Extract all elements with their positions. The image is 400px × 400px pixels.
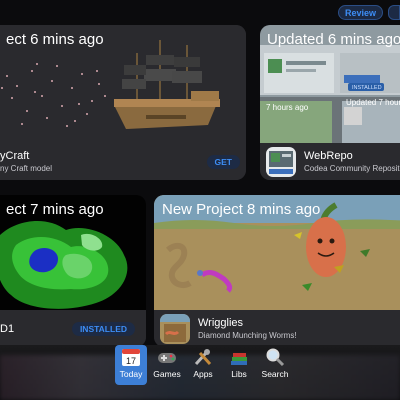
card-wrigglies[interactable]: New Project 8 mins ago Wrigglies Diamond…	[154, 195, 400, 347]
gamepad-icon	[158, 353, 176, 363]
card-thumbnail: New Project 8 mins ago	[154, 195, 400, 310]
blob-preview: ect 7 mins ago	[0, 195, 146, 310]
wrigglies-preview: New Project 8 mins ago	[154, 195, 400, 310]
card-webrepo[interactable]: 7 hours ago Updated 7 hours INSTALLED Up…	[260, 25, 400, 180]
get-button[interactable]: GET	[206, 155, 240, 169]
card-thumbnail-title: ect 7 mins ago	[6, 201, 104, 218]
voxel-ship-preview: ect 6 mins ago	[0, 25, 246, 143]
card-thumbnail-title: New Project 8 mins ago	[162, 201, 320, 218]
card-thumbnail: 7 hours ago Updated 7 hours INSTALLED Up…	[260, 25, 400, 143]
card-thumbnail: ect 6 mins ago	[0, 25, 246, 143]
card-thumbnail: ect 7 mins ago	[0, 195, 146, 310]
webrepo-app-icon	[266, 146, 296, 177]
more-button[interactable]	[388, 5, 400, 20]
review-button[interactable]: Review	[337, 5, 383, 20]
books-icon	[231, 353, 247, 365]
card-voxel-craft[interactable]: ect 6 mins ago yCraft ny Craft model GET	[0, 25, 246, 180]
card-info: WebRepo Codea Community Repositor	[260, 143, 400, 180]
app-name: WebRepo	[304, 150, 353, 162]
app-subtitle: ny Craft model	[0, 164, 53, 173]
tab-games[interactable]: Games	[151, 345, 183, 385]
installed-button[interactable]: INSTALLED	[71, 322, 135, 336]
tab-label: Today	[119, 369, 143, 379]
card-thumbnail-title: Updated 6 mins ago	[267, 31, 400, 48]
store-screen: Review ect 6 mins ago yCraft ny Craft mo…	[0, 0, 400, 400]
tools-icon	[194, 349, 212, 366]
tab-bar: 17 Today Games Apps Libs Search	[0, 345, 400, 400]
card-thumbnail-title: ect 6 mins ago	[6, 31, 104, 48]
card-d1[interactable]: ect 7 mins ago D1 INSTALLED	[0, 195, 146, 347]
app-subtitle: Codea Community Repositor	[304, 164, 400, 173]
app-subtitle: Diamond Munching Worms!	[198, 331, 297, 340]
card-info: Wrigglies Diamond Munching Worms!	[154, 310, 400, 347]
tab-label: Libs	[231, 369, 247, 379]
preview-label: 7 hours ago	[266, 103, 309, 112]
calendar-icon: 17	[122, 349, 140, 366]
wrigglies-app-icon	[160, 313, 190, 344]
calendar-date: 17	[126, 356, 136, 366]
app-name: D1	[0, 322, 15, 335]
tab-search[interactable]: Search	[259, 345, 291, 385]
magnifier-icon	[266, 348, 285, 367]
tab-label: Games	[153, 369, 181, 379]
top-actions: Review	[337, 5, 400, 20]
preview-label: Updated 7 hours	[346, 98, 400, 107]
tab-label: Apps	[193, 369, 213, 379]
tab-libs[interactable]: Libs	[223, 345, 255, 385]
preview-badge: INSTALLED	[352, 85, 382, 91]
tab-today[interactable]: 17 Today	[115, 345, 147, 385]
tab-apps[interactable]: Apps	[187, 345, 219, 385]
webrepo-preview: 7 hours ago Updated 7 hours INSTALLED Up…	[260, 25, 400, 143]
app-name: yCraft	[0, 150, 30, 162]
card-info: yCraft ny Craft model GET	[0, 143, 246, 180]
tab-label: Search	[261, 369, 289, 379]
app-name: Wrigglies	[198, 317, 244, 329]
card-info: D1 INSTALLED	[0, 310, 146, 347]
tab-list: 17 Today Games Apps Libs Search	[115, 345, 291, 385]
